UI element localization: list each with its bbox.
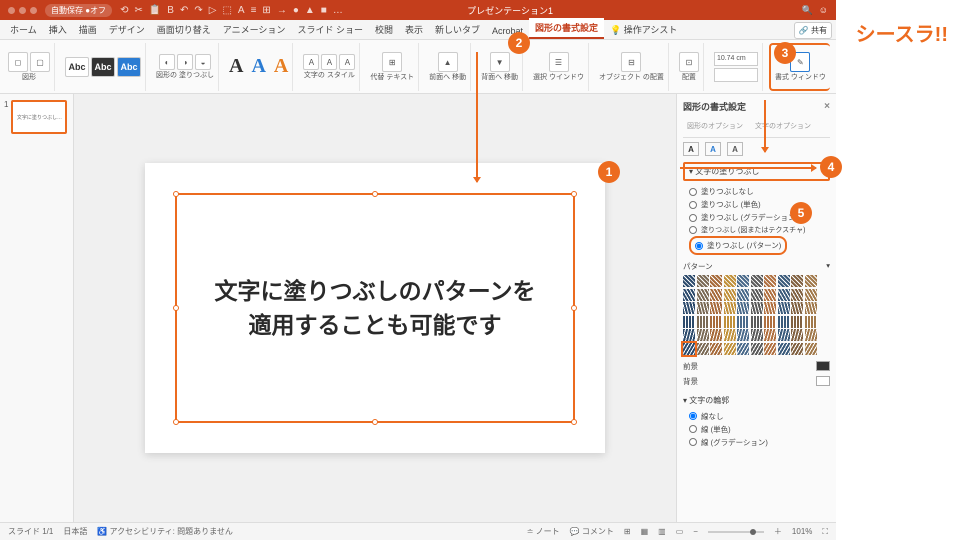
grp-wordart[interactable]: AAA [225, 43, 293, 91]
autosave-toggle[interactable]: 自動保存 ●オフ [45, 4, 112, 17]
slide-panel: 1 文字に塗りつぶし… [0, 94, 74, 522]
view-normal-icon[interactable]: ⊞ [624, 527, 631, 536]
tab-shape-format[interactable]: 図形の書式設定 [529, 18, 604, 39]
titlebar-right[interactable]: 🔍☺ [802, 5, 828, 16]
view-slideshow-icon[interactable]: ▭ [676, 527, 684, 536]
view-sorter-icon[interactable]: ▦ [641, 527, 649, 536]
grp-align[interactable]: ⊟オブジェクト の配置 [595, 43, 669, 91]
grp-bring-forward[interactable]: ▲前面へ 移動 [425, 43, 471, 91]
grp-size[interactable]: 10.74 cm [710, 43, 763, 91]
grp-alt-text[interactable]: ⊞代替 テキスト [366, 43, 419, 91]
slide-thumbnail-1[interactable]: 文字に塗りつぶし… [11, 100, 67, 134]
text-fill-tab-icon[interactable]: A [683, 142, 699, 156]
tab-animations[interactable]: アニメーション [217, 20, 292, 39]
format-shape-pane: 図形の書式設定 × 図形のオプション 文字のオプション A A A ▾ 文字の塗り… [676, 94, 836, 522]
ribbon-tabs: ホーム 挿入 描画 デザイン 画面切り替え アニメーション スライド ショー 校… [0, 20, 836, 40]
tab-tell-me[interactable]: 💡 操作アシスト [604, 20, 683, 39]
annotation-2: 2 [508, 32, 530, 54]
background-color[interactable] [816, 376, 830, 386]
annotation-1: 1 [598, 161, 620, 183]
outline-solid[interactable]: 線 (単色) [689, 423, 830, 436]
shape-icon[interactable]: ◻ [8, 52, 28, 72]
foreground-color[interactable] [816, 361, 830, 371]
pane-title: 図形の書式設定 [683, 100, 746, 113]
comments-button[interactable]: 💬 コメント [570, 526, 614, 537]
selected-textbox[interactable]: 文字に塗りつぶしのパターンを 適用することも可能です [175, 193, 575, 423]
close-pane-icon[interactable]: × [824, 101, 830, 112]
text-options-tab[interactable]: 文字のオプション [751, 119, 815, 133]
slide-counter: スライド 1/1 [8, 526, 53, 537]
tab-newtab[interactable]: 新しいタブ [429, 20, 486, 39]
fill-picture[interactable]: 塗りつぶし (図またはテクスチャ) [689, 224, 830, 236]
tab-home[interactable]: ホーム [4, 20, 43, 39]
fill-pattern[interactable]: 塗りつぶし (パターン) [695, 239, 781, 252]
titlebar: 自動保存 ●オフ ⟲✂📋B↶↷▷⬚A≡⊞→●▲■… プレゼンテーション1 🔍☺ [0, 0, 836, 20]
annotation-5: 5 [790, 202, 812, 224]
slide-number: 1 [4, 100, 8, 134]
arrow-3 [764, 100, 766, 152]
annotation-4: 4 [820, 156, 842, 178]
accessibility-status[interactable]: ♿ アクセシビリティ: 問題ありません [97, 526, 233, 537]
zoom-slider[interactable] [708, 531, 764, 533]
text-outline-section[interactable]: ▾ 文字の輪郭 [683, 393, 830, 408]
tab-draw[interactable]: 描画 [73, 20, 103, 39]
zoom-level[interactable]: 101% [792, 527, 812, 536]
grp-shape-fill[interactable]: ◐◑◒ 図形の 塗りつぶし [152, 43, 219, 91]
slide-text[interactable]: 文字に塗りつぶしのパターンを 適用することも可能です [214, 274, 535, 343]
outline-gradient[interactable]: 線 (グラデーション) [689, 436, 830, 449]
share-button[interactable]: 🔗 共有 [794, 22, 832, 39]
fit-to-window-icon[interactable]: ⛶ [822, 527, 828, 537]
grp-arrange[interactable]: ⊡配置 [675, 43, 704, 91]
doc-title: プレゼンテーション1 [467, 4, 553, 17]
text-fill-section-header[interactable]: ▾ 文字の塗りつぶし [683, 162, 830, 181]
tab-design[interactable]: デザイン [103, 20, 151, 39]
height-input[interactable] [714, 68, 758, 82]
shape-options-tab[interactable]: 図形のオプション [683, 119, 747, 133]
tab-slideshow[interactable]: スライド ショー [291, 20, 369, 39]
text-effects-tab-icon[interactable]: A [705, 142, 721, 156]
annotation-3: 3 [774, 42, 796, 64]
grp-shape-styles[interactable]: AbcAbcAbc [61, 43, 146, 91]
slide-canvas[interactable]: 文字に塗りつぶしのパターンを 適用することも可能です [74, 94, 676, 522]
tab-insert[interactable]: 挿入 [43, 20, 73, 39]
arrow-4 [680, 167, 816, 169]
tab-review[interactable]: 校閲 [369, 20, 399, 39]
tab-transitions[interactable]: 画面切り替え [151, 20, 217, 39]
language-indicator[interactable]: 日本語 [63, 526, 87, 537]
grp-text-effects[interactable]: AAA 文字の スタイル [299, 43, 360, 91]
tab-view[interactable]: 表示 [399, 20, 429, 39]
window-controls[interactable] [8, 7, 37, 14]
fill-none[interactable]: 塗りつぶしなし [689, 185, 830, 198]
ribbon: ◻▢ 図形 AbcAbcAbc ◐◑◒ 図形の 塗りつぶし AAA AAA 文字… [0, 40, 836, 94]
watermark: シースラ!! [856, 18, 948, 47]
pattern-dropdown-icon[interactable]: ▾ [826, 261, 830, 272]
slide: 文字に塗りつぶしのパターンを 適用することも可能です [145, 163, 605, 453]
outline-none[interactable]: 線なし [689, 410, 830, 423]
quick-access-toolbar[interactable]: ⟲✂📋B↶↷▷⬚A≡⊞→●▲■… [120, 5, 343, 16]
arrow-2 [476, 52, 478, 182]
status-bar: スライド 1/1 日本語 ♿ アクセシビリティ: 問題ありません ≐ ノート 💬… [0, 522, 836, 540]
pattern-swatches[interactable] [683, 275, 830, 355]
width-input[interactable]: 10.74 cm [714, 52, 758, 66]
text-box-tab-icon[interactable]: A [727, 142, 743, 156]
notes-button[interactable]: ≐ ノート [527, 526, 560, 537]
grp-selection-pane[interactable]: ☰選択 ウインドウ [529, 43, 589, 91]
grp-shapes[interactable]: ◻▢ 図形 [4, 43, 55, 91]
view-reading-icon[interactable]: ▥ [658, 527, 666, 536]
